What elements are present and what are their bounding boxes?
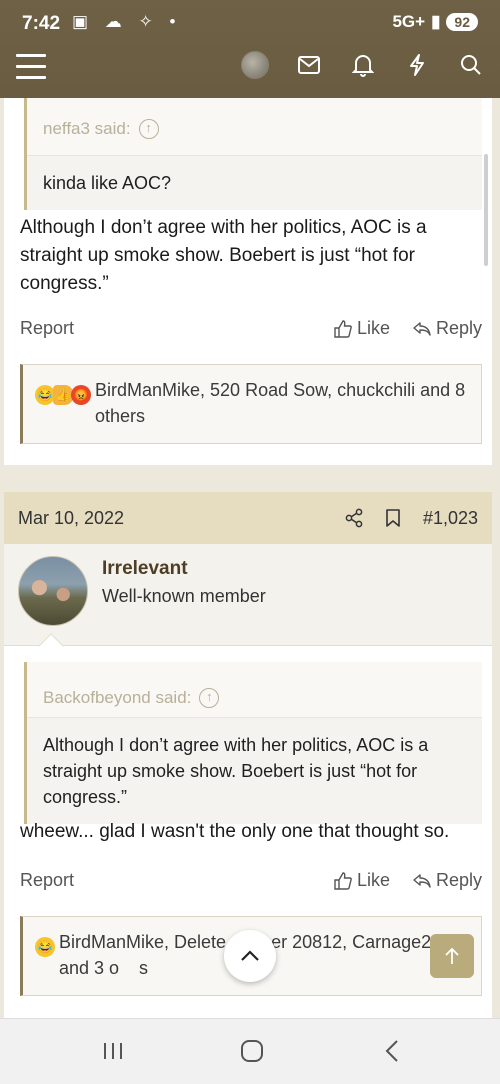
thumbs-up-icon xyxy=(334,871,352,890)
like-label: Like xyxy=(356,318,390,338)
signal-icon: ▮ xyxy=(431,12,441,31)
mail-icon[interactable] xyxy=(294,50,324,80)
thread-content: neffa3 said: ↑ kinda like AOC? Although … xyxy=(0,98,500,1018)
status-bar: 7:42 ▣ ☁ ✧ • 5G+ ▮ 92 xyxy=(0,0,500,48)
like-button[interactable]: Like xyxy=(333,318,390,339)
menu-icon[interactable] xyxy=(16,54,46,80)
bell-icon[interactable] xyxy=(348,50,378,80)
reactions-text[interactable]: BirdManMike, 520 Road Sow, chuckchili an… xyxy=(95,377,469,429)
like-label: Like xyxy=(356,870,390,890)
status-icons: ▣ ☁ ✧ • xyxy=(72,12,182,31)
username[interactable]: Irrelevant xyxy=(102,558,188,580)
laugh-emoji-icon: 😂 xyxy=(35,937,55,957)
reply-button[interactable]: Reply xyxy=(412,318,482,339)
reply-label: Reply xyxy=(435,870,482,890)
quote-block: Backofbeyond said: ↑ Although I don’t ag… xyxy=(24,662,482,824)
angry-emoji-icon: 😡 xyxy=(71,385,91,405)
quote-block: neffa3 said: ↑ kinda like AOC? xyxy=(24,98,482,210)
like-button[interactable]: Like xyxy=(333,870,390,891)
share-icon[interactable] xyxy=(345,508,363,528)
network-label: 5G+ xyxy=(392,12,426,31)
search-icon[interactable] xyxy=(456,50,486,80)
post-header: Mar 10, 2022 #1,023 xyxy=(4,492,492,544)
back-icon[interactable] xyxy=(382,1037,402,1065)
status-time: 7:42 xyxy=(22,13,61,34)
scrollbar[interactable] xyxy=(484,154,488,266)
jump-up-button[interactable] xyxy=(430,934,474,978)
battery-level: 92 xyxy=(446,13,478,31)
system-nav-bar xyxy=(0,1018,500,1084)
report-link[interactable]: Report xyxy=(20,318,74,339)
chevron-up-icon xyxy=(241,950,259,961)
post-date[interactable]: Mar 10, 2022 xyxy=(18,508,345,529)
user-block: Irrelevant Well-known member xyxy=(4,544,492,659)
quote-author[interactable]: neffa3 said: xyxy=(43,119,131,139)
post: neffa3 said: ↑ kinda like AOC? Although … xyxy=(4,98,492,465)
bookmark-icon[interactable] xyxy=(385,508,401,528)
avatar[interactable] xyxy=(18,556,88,626)
quote-text: kinda like AOC? xyxy=(43,173,172,193)
scroll-top-button[interactable] xyxy=(224,930,276,982)
post-number[interactable]: #1,023 xyxy=(423,508,478,529)
quote-text: Although I don’t agree with her politics… xyxy=(43,735,429,807)
reply-icon xyxy=(413,321,431,336)
post-actions: Report Like Reply xyxy=(20,316,482,346)
reply-button[interactable]: Reply xyxy=(412,870,482,891)
post-message: wheew... glad I wasn't the only one that… xyxy=(20,821,450,842)
quote-author[interactable]: Backofbeyond said: xyxy=(43,688,191,708)
post-actions: Report Like Reply xyxy=(20,868,482,898)
arrow-up-icon xyxy=(445,947,459,964)
nav-row xyxy=(0,48,500,98)
user-title: Well-known member xyxy=(102,586,266,606)
report-link[interactable]: Report xyxy=(20,870,74,891)
home-icon[interactable] xyxy=(239,1037,265,1065)
post-message: Although I don’t agree with her politics… xyxy=(20,217,427,294)
account-avatar[interactable] xyxy=(240,50,270,80)
reply-label: Reply xyxy=(435,318,482,338)
thumbs-up-emoji-icon: 👍 xyxy=(53,385,73,405)
reactions-bar[interactable]: 😂 👍 😡 BirdManMike, 520 Road Sow, chuckch… xyxy=(20,364,482,444)
reply-icon xyxy=(413,873,431,888)
arrow-up-circle-icon[interactable]: ↑ xyxy=(199,687,220,708)
recent-apps-icon[interactable] xyxy=(102,1037,124,1065)
laugh-emoji-icon: 😂 xyxy=(35,385,55,405)
arrow-up-circle-icon[interactable]: ↑ xyxy=(138,118,159,139)
thumbs-up-icon xyxy=(334,319,352,338)
lightning-icon[interactable] xyxy=(402,50,432,80)
app-header: 7:42 ▣ ☁ ✧ • 5G+ ▮ 92 xyxy=(0,0,500,98)
